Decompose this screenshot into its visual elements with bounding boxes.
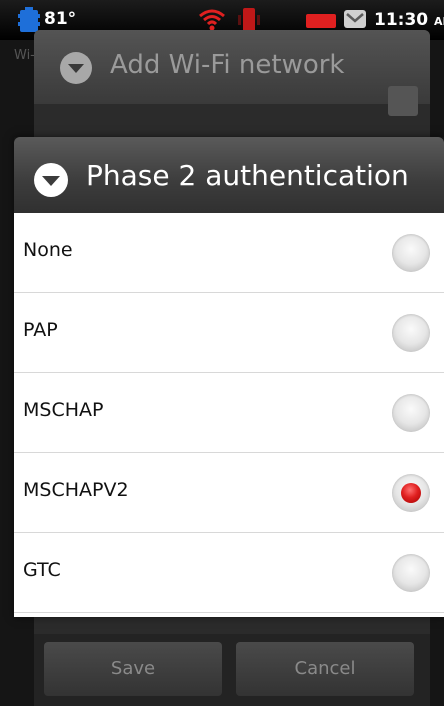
- option-label: MSCHAP: [23, 399, 104, 421]
- option-row[interactable]: MSCHAPV2: [14, 453, 444, 533]
- dialog-title: Phase 2 authentication: [86, 159, 409, 192]
- radio-button[interactable]: [392, 474, 430, 512]
- radio-selected-dot: [401, 483, 421, 503]
- save-button[interactable]: Save: [44, 642, 222, 696]
- wifi-icon: [199, 9, 225, 31]
- option-row[interactable]: None: [14, 213, 444, 293]
- radio-button[interactable]: [392, 234, 430, 272]
- mail-icon: [344, 10, 366, 28]
- chevron-down-icon: [60, 52, 92, 84]
- option-row[interactable]: GTC: [14, 533, 444, 613]
- option-label: PAP: [23, 319, 58, 341]
- background-checkbox: [388, 86, 418, 116]
- radio-button[interactable]: [392, 314, 430, 352]
- option-label: None: [23, 239, 73, 261]
- chevron-down-icon: [34, 163, 68, 197]
- cancel-button[interactable]: Cancel: [236, 642, 414, 696]
- add-wifi-title: Add Wi-Fi network: [110, 50, 345, 80]
- dialog-header: Phase 2 authentication: [14, 137, 444, 213]
- option-row[interactable]: MSCHAP: [14, 373, 444, 453]
- option-label: GTC: [23, 559, 61, 581]
- temperature-label: 81°: [44, 9, 77, 29]
- options-list: None PAP MSCHAP MSCHAPV2 GTC: [14, 213, 444, 617]
- option-label: MSCHAPV2: [23, 479, 129, 501]
- clock: 11:30 AM: [374, 10, 444, 30]
- radio-button[interactable]: [392, 554, 430, 592]
- battery-icon: [306, 14, 336, 28]
- phase2-auth-dialog: Phase 2 authentication None PAP MSCHAP M…: [14, 137, 444, 617]
- add-wifi-dialog-header: Add Wi-Fi network: [34, 30, 430, 104]
- option-row[interactable]: PAP: [14, 293, 444, 373]
- radio-button[interactable]: [392, 394, 430, 432]
- dialog-button-bar: Save Cancel: [34, 634, 430, 706]
